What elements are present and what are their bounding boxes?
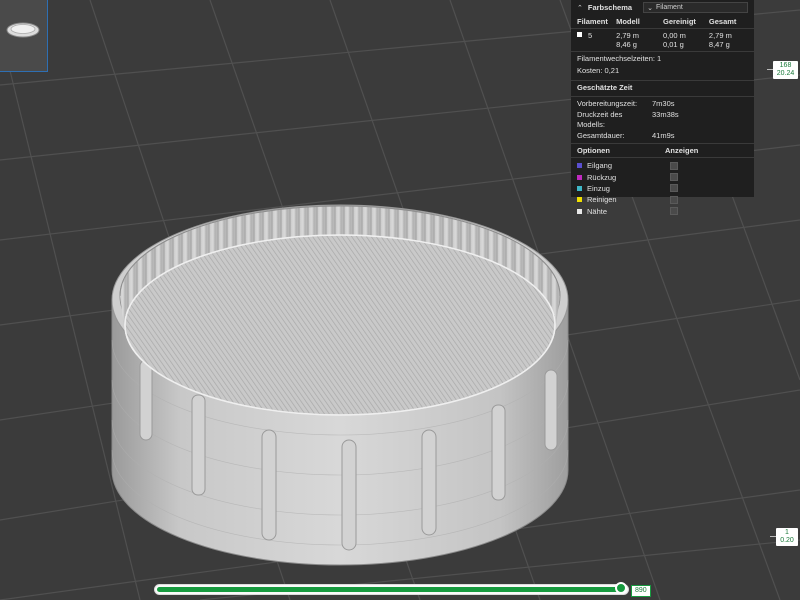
prepare-time: Vorbereitungszeit: 7m30s — [577, 99, 675, 108]
move-slider-fill — [157, 587, 619, 592]
travel-checkbox[interactable] — [670, 161, 678, 170]
legend-panel: ⌃ Farbschema ⌄ Filament Filament Modell … — [571, 0, 754, 216]
move-slider-value: 890 — [631, 585, 651, 597]
filament-changes-value: 1 — [657, 54, 662, 63]
option-unretract[interactable]: Einzug — [571, 183, 754, 194]
unretract-checkbox[interactable] — [670, 184, 678, 193]
bottom-layer-number: 1 — [785, 529, 789, 536]
seams-color-swatch — [577, 208, 582, 214]
legend-title: Farbschema — [587, 3, 633, 12]
plate-thumbnail[interactable] — [0, 0, 48, 72]
layer-slider-bottom-handle[interactable]: 1 0.20 — [770, 528, 798, 546]
options-header: Optionen Anzeigen — [571, 146, 754, 155]
filament-color-swatch — [577, 32, 582, 37]
wipe-checkbox[interactable] — [670, 195, 678, 204]
top-layer-height: 20.24 — [776, 70, 795, 77]
seams-checkbox[interactable] — [670, 207, 678, 216]
model-weight: 8,46 g — [616, 40, 637, 49]
wipe-color-swatch — [577, 197, 582, 203]
move-slider-track[interactable] — [154, 584, 629, 595]
options-list: Eilgang Rückzug Einzug Reinigen Nähte — [571, 160, 754, 217]
color-scheme-select[interactable]: ⌄ Filament — [643, 2, 748, 13]
travel-color-swatch — [577, 163, 582, 169]
options-label: Optionen — [577, 146, 610, 155]
top-layer-number: 168 — [779, 62, 792, 69]
unretract-color-swatch — [577, 185, 582, 191]
filament-id: 5 — [588, 31, 593, 40]
filament-changes: Filamentwechselzeiten: 1 — [571, 54, 754, 64]
move-slider-thumb[interactable] — [615, 582, 627, 594]
cost: Kosten: 0,21 — [571, 66, 754, 76]
time-section-title: Geschätzte Zeit — [577, 83, 633, 92]
model-print-time: Druckzeit des Modells: 33m38s — [577, 109, 679, 130]
cost-value: 0,21 — [604, 66, 620, 75]
purged-length: 0,00 m — [662, 31, 686, 40]
col-purged: Gereinigt — [662, 17, 696, 26]
cost-label: Kosten: — [577, 66, 603, 75]
layer-slider-top-handle[interactable]: 168 20.24 — [767, 61, 798, 79]
legend-header: ⌃ Farbschema ⌄ Filament — [571, 0, 754, 15]
bottom-layer-height: 0.20 — [780, 537, 794, 544]
plate-thumbnail-image — [6, 22, 40, 38]
collapse-chevron-icon[interactable]: ⌃ — [577, 4, 583, 12]
option-travel[interactable]: Eilgang — [571, 160, 754, 171]
retract-checkbox[interactable] — [670, 173, 678, 182]
filament-table-header: Filament Modell Gereinigt Gesamt — [571, 17, 754, 26]
col-filament: Filament — [577, 17, 608, 26]
total-weight: 8,47 g — [708, 40, 730, 49]
color-scheme-value: Filament — [655, 4, 683, 11]
chevron-down-icon: ⌄ — [647, 4, 653, 12]
purged-weight: 0,01 g — [662, 40, 684, 49]
show-label: Anzeigen — [665, 146, 699, 155]
retract-color-swatch — [577, 174, 582, 180]
option-seams[interactable]: Nähte — [571, 206, 754, 217]
filament-changes-label: Filamentwechselzeiten: — [577, 54, 655, 63]
col-model: Modell — [616, 17, 640, 26]
total-time: Gesamtdauer: 41m9s — [577, 130, 675, 140]
divider — [571, 28, 754, 29]
part-floor — [124, 234, 556, 416]
total-length: 2,79 m — [708, 31, 732, 40]
option-retract[interactable]: Rückzug — [571, 171, 754, 182]
model-length: 2,79 m — [616, 31, 640, 40]
filament-row: 5 2,79 m 8,46 g 0,00 m 0,01 g 2,79 m 8,4… — [571, 31, 754, 49]
col-total: Gesamt — [708, 17, 737, 26]
option-wipe[interactable]: Reinigen — [571, 194, 754, 205]
